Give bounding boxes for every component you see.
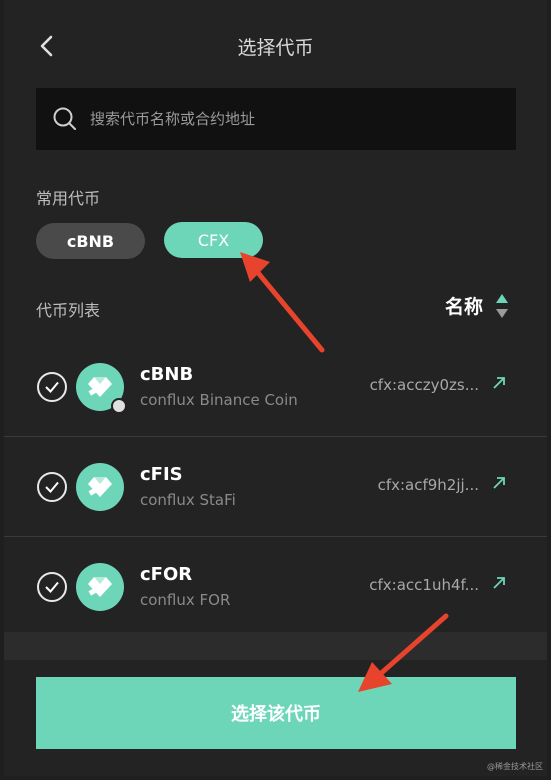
common-tokens-label: 常用代币 [36,189,101,208]
token-symbol: cFIS [140,464,183,485]
selected-check-icon[interactable] [37,472,67,502]
selected-check-icon[interactable] [37,572,67,602]
token-full-name: conflux StaFi [140,491,236,509]
token-symbol: cFOR [140,564,193,585]
external-link-icon[interactable] [491,575,507,591]
search-input[interactable] [90,110,470,128]
token-list-label: 代币列表 [36,301,101,320]
list-scroll-edge [4,632,547,662]
header: 选择代币 [4,0,547,90]
chain-badge-icon [111,398,127,414]
token-select-panel: 选择代币 常用代币 cBNB CFX 代币列表 名称 cBNB [4,0,547,776]
page-title: 选择代币 [237,37,314,59]
token-full-name: conflux Binance Coin [140,391,298,409]
token-address: cfx:acczy0zs... [369,376,479,394]
token-row-cfis[interactable]: cFIS conflux StaFi cfx:acf9h2jj... [4,437,547,537]
external-link-icon[interactable] [491,475,507,491]
token-full-name: conflux FOR [140,591,231,609]
token-logo-icon [76,563,124,611]
search-box[interactable] [36,88,516,150]
token-address: cfx:acf9h2jj... [377,476,479,494]
token-row-cfor[interactable]: cFOR conflux FOR cfx:acc1uh4f... [4,537,547,637]
sort-arrows-icon [496,293,508,318]
sort-label: 名称 [444,296,483,318]
external-link-icon[interactable] [491,375,507,391]
select-token-button[interactable]: 选择该代币 [36,677,516,749]
search-icon [53,107,76,130]
token-symbol: cBNB [140,364,194,385]
sort-by-name-toggle[interactable]: 名称 [445,292,509,319]
common-token-chip-cfx[interactable]: CFX [164,222,263,258]
token-address: cfx:acc1uh4f... [369,576,479,594]
watermark: @稀金技术社区 [487,762,543,771]
token-row-cbnb[interactable]: cBNB conflux Binance Coin cfx:acczy0zs..… [4,337,547,437]
common-token-chip-cbnb[interactable]: cBNB [36,223,145,259]
selected-check-icon[interactable] [37,372,67,402]
token-logo-icon [76,463,124,511]
